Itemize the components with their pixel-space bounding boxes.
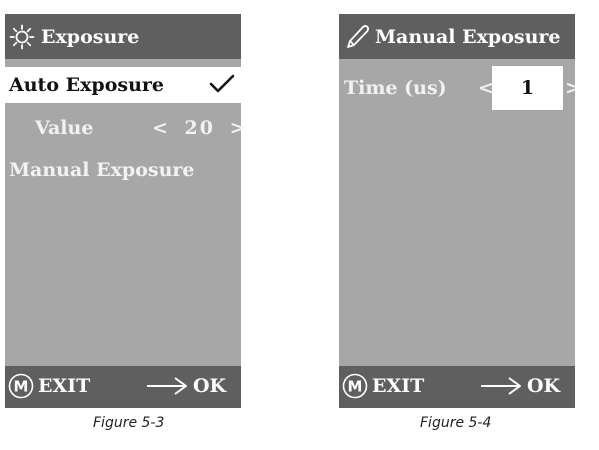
- figure-caption-right: Figure 5-4: [420, 415, 492, 431]
- exit-label: EXIT: [38, 375, 91, 397]
- m-button-letter: M: [14, 378, 29, 396]
- figure-caption-left: Figure 5-3: [93, 415, 165, 431]
- time-value-field[interactable]: 1: [492, 66, 563, 110]
- manual-exposure-header: Manual Exposure: [339, 14, 575, 59]
- ok-label: OK: [527, 375, 561, 397]
- manual-exposure-screen: Manual Exposure Time (us) < 1 > M EXIT O…: [339, 14, 575, 408]
- value-stepper[interactable]: < 20 >: [152, 117, 241, 139]
- footer-bar: M EXIT OK: [339, 366, 575, 408]
- exposure-header: Exposure: [5, 14, 241, 59]
- value-number: 20: [184, 117, 215, 139]
- m-button-letter: M: [348, 378, 363, 396]
- manual-exposure-label: Manual Exposure: [9, 159, 195, 181]
- exposure-title: Exposure: [41, 25, 140, 48]
- exposure-value-item[interactable]: Value < 20 >: [5, 114, 241, 142]
- auto-exposure-item[interactable]: Auto Exposure: [5, 67, 241, 103]
- ok-label: OK: [193, 375, 227, 397]
- manual-exposure-item[interactable]: Manual Exposure: [5, 156, 241, 184]
- footer-bar: M EXIT OK: [5, 366, 241, 408]
- m-button-icon: M: [8, 373, 34, 399]
- value-decrease-arrow[interactable]: <: [152, 117, 170, 139]
- time-label: Time (us): [344, 77, 447, 99]
- value-increase-arrow[interactable]: >: [230, 117, 241, 139]
- exit-label: EXIT: [372, 375, 425, 397]
- right-arrow-icon: [147, 377, 187, 395]
- time-increase-arrow[interactable]: >: [565, 77, 575, 99]
- sun-icon: [9, 24, 35, 50]
- value-label: Value: [35, 117, 94, 139]
- manual-exposure-title: Manual Exposure: [375, 25, 561, 48]
- checkmark-icon: [209, 74, 235, 93]
- time-item[interactable]: Time (us) < 1 >: [339, 66, 575, 110]
- exposure-menu-screen: Exposure Auto Exposure Value < 20 > Manu…: [5, 14, 241, 408]
- right-arrow-icon: [481, 377, 521, 395]
- auto-exposure-label: Auto Exposure: [9, 74, 164, 96]
- m-button-icon: M: [342, 373, 368, 399]
- pencil-icon: [343, 23, 371, 51]
